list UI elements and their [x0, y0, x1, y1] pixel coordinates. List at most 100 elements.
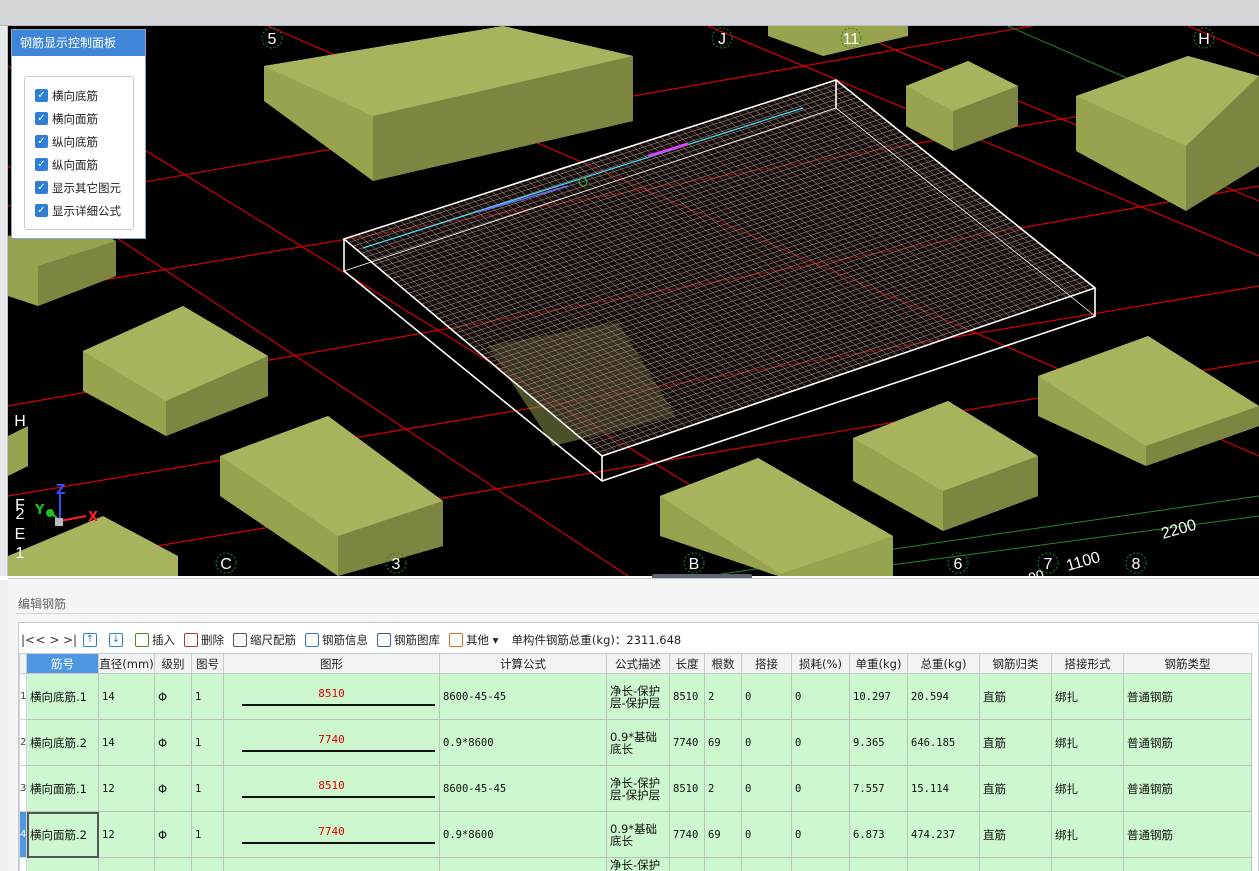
- option-row-6[interactable]: ✓ 显示详细公式: [25, 199, 133, 222]
- delete-button[interactable]: 删除: [184, 632, 224, 648]
- 3d-viewport[interactable]: 5J11HC3B678HF2E1 1100 2200 00 Z X Y: [8, 26, 1259, 576]
- rebar-info-button[interactable]: 钢筋信息: [305, 632, 368, 648]
- checkbox-checked-icon[interactable]: ✓: [35, 89, 48, 102]
- cell-figure-no[interactable]: 1: [191, 765, 224, 812]
- cell-total-weight[interactable]: 20.594: [907, 673, 980, 720]
- column-header[interactable]: 计算公式: [439, 653, 607, 674]
- checkbox-checked-icon[interactable]: ✓: [35, 204, 48, 217]
- row-index[interactable]: 4: [19, 811, 27, 858]
- cell-rebar-type[interactable]: 普通钢筋: [1123, 719, 1252, 766]
- checkbox-checked-icon[interactable]: ✓: [35, 112, 48, 125]
- cell-lap[interactable]: 0: [741, 673, 792, 720]
- cell-desc[interactable]: 0.9*基础底长: [606, 811, 670, 858]
- cell-length[interactable]: 8510: [669, 765, 705, 812]
- cell-name[interactable]: 横向面筋.1: [26, 765, 99, 812]
- column-header[interactable]: 根数: [704, 653, 742, 674]
- cell-figure-no[interactable]: 1: [191, 673, 224, 720]
- column-header[interactable]: 总重(kg): [907, 653, 980, 674]
- option-row-3[interactable]: ✓ 纵向底筋: [25, 130, 133, 153]
- column-header[interactable]: 图号: [191, 653, 224, 674]
- cell-grade[interactable]: Φ: [154, 673, 192, 720]
- column-header[interactable]: 长度: [669, 653, 705, 674]
- first-record-button[interactable]: |<: [21, 633, 35, 647]
- cell-loss[interactable]: 0: [791, 719, 850, 766]
- cell-grade[interactable]: Φ: [154, 811, 192, 858]
- cell-diameter[interactable]: 12: [98, 765, 155, 812]
- option-row-5[interactable]: ✓ 显示其它图元: [25, 176, 133, 199]
- column-header[interactable]: 钢筋归类: [979, 653, 1052, 674]
- cell-unit-weight[interactable]: 9.365: [849, 719, 908, 766]
- column-header[interactable]: 公式描述: [606, 653, 670, 674]
- column-header[interactable]: 钢筋类型: [1123, 653, 1252, 674]
- cell-unit-weight[interactable]: 7.557: [849, 765, 908, 812]
- column-header[interactable]: 级别: [154, 653, 192, 674]
- cell-lap-type[interactable]: 绑扎: [1051, 811, 1124, 858]
- row-index[interactable]: 1: [19, 673, 27, 720]
- cell-grade[interactable]: Φ: [154, 719, 192, 766]
- cell-loss[interactable]: 0: [791, 765, 850, 812]
- row-index[interactable]: 2: [19, 719, 27, 766]
- insert-button[interactable]: 插入: [135, 632, 175, 648]
- cell-name[interactable]: 横向底筋.1: [26, 673, 99, 720]
- cell-loss[interactable]: 0: [791, 811, 850, 858]
- column-header[interactable]: 损耗(%): [791, 653, 850, 674]
- cell-name[interactable]: 横向面筋.2: [26, 811, 99, 858]
- move-down-icon[interactable]: ↓: [109, 633, 123, 647]
- cell-rebar-type[interactable]: 普通钢筋: [1123, 765, 1252, 812]
- cell-figure-no[interactable]: 1: [191, 719, 224, 766]
- cell-grade[interactable]: Φ: [154, 765, 192, 812]
- cell-shape[interactable]: 7740: [223, 811, 440, 858]
- cell-rebar-type[interactable]: 普通钢筋: [1123, 673, 1252, 720]
- cell-formula[interactable]: 0.9*8600: [439, 719, 607, 766]
- cell-shape[interactable]: 8510: [223, 673, 440, 720]
- cell-lap-type[interactable]: 绑扎: [1051, 719, 1124, 766]
- last-record-button[interactable]: >|: [63, 633, 77, 647]
- row-index[interactable]: 3: [19, 765, 27, 812]
- cell-lap-type[interactable]: 绑扎: [1051, 673, 1124, 720]
- cell-unit-weight[interactable]: 6.873: [849, 811, 908, 858]
- cell-desc[interactable]: 净长-保护层-保护层: [606, 765, 670, 812]
- cell-count[interactable]: 69: [704, 811, 742, 858]
- cell-category[interactable]: 直筋: [979, 765, 1052, 812]
- table-row[interactable]: 2 横向底筋.2 14 Φ 1 7740 0.9*8600 0.9*基础底长 7740 69 0 0 9…: [19, 719, 1252, 766]
- next-record-button[interactable]: >: [49, 633, 60, 647]
- cell-count[interactable]: 2: [704, 673, 742, 720]
- column-header[interactable]: 搭接形式: [1051, 653, 1124, 674]
- table-row[interactable]: 1 横向底筋.1 14 Φ 1 8510 8600-45-45 净长-保护层-保护层 8510 2…: [19, 673, 1252, 720]
- cell-rebar-type[interactable]: 普通钢筋: [1123, 811, 1252, 858]
- cell-formula[interactable]: 8600-45-45: [439, 673, 607, 720]
- option-row-4[interactable]: ✓ 纵向面筋: [25, 153, 133, 176]
- prev-record-button[interactable]: <: [35, 633, 46, 647]
- cell-shape[interactable]: 7740: [223, 719, 440, 766]
- cell-lap-type[interactable]: 绑扎: [1051, 765, 1124, 812]
- cell-diameter[interactable]: 14: [98, 719, 155, 766]
- cell-figure-no[interactable]: 1: [191, 811, 224, 858]
- column-header[interactable]: 搭接: [741, 653, 792, 674]
- cell-total-weight[interactable]: 474.237: [907, 811, 980, 858]
- cell-shape[interactable]: 8510: [223, 765, 440, 812]
- table-row[interactable]: 3 横向面筋.1 12 Φ 1 8510 8600-45-45 净长-保护层-保护层 8510 2…: [19, 765, 1252, 812]
- cell-category[interactable]: 直筋: [979, 673, 1052, 720]
- cell-formula[interactable]: 8600-45-45: [439, 765, 607, 812]
- checkbox-checked-icon[interactable]: ✓: [35, 135, 48, 148]
- cell-lap[interactable]: 0: [741, 719, 792, 766]
- checkbox-checked-icon[interactable]: ✓: [35, 158, 48, 171]
- scale-rebar-button[interactable]: 缩尺配筋: [233, 632, 296, 648]
- cell-category[interactable]: 直筋: [979, 719, 1052, 766]
- cell-length[interactable]: 7740: [669, 719, 705, 766]
- cell-length[interactable]: 8510: [669, 673, 705, 720]
- cell-diameter[interactable]: 12: [98, 811, 155, 858]
- cell-desc[interactable]: 0.9*基础底长: [606, 719, 670, 766]
- cell-length[interactable]: 7740: [669, 811, 705, 858]
- cell-desc[interactable]: 净长-保护层-保护层: [606, 673, 670, 720]
- option-row-2[interactable]: ✓ 横向面筋: [25, 107, 133, 130]
- other-button[interactable]: 其他 ▾: [449, 632, 498, 648]
- column-header[interactable]: 筋号: [26, 653, 99, 674]
- checkbox-checked-icon[interactable]: ✓: [35, 181, 48, 194]
- cell-lap[interactable]: 0: [741, 811, 792, 858]
- column-header[interactable]: 直径(mm): [98, 653, 155, 674]
- cell-unit-weight[interactable]: 10.297: [849, 673, 908, 720]
- cell-category[interactable]: 直筋: [979, 811, 1052, 858]
- cell-formula[interactable]: 0.9*8600: [439, 811, 607, 858]
- column-header[interactable]: 单重(kg): [849, 653, 908, 674]
